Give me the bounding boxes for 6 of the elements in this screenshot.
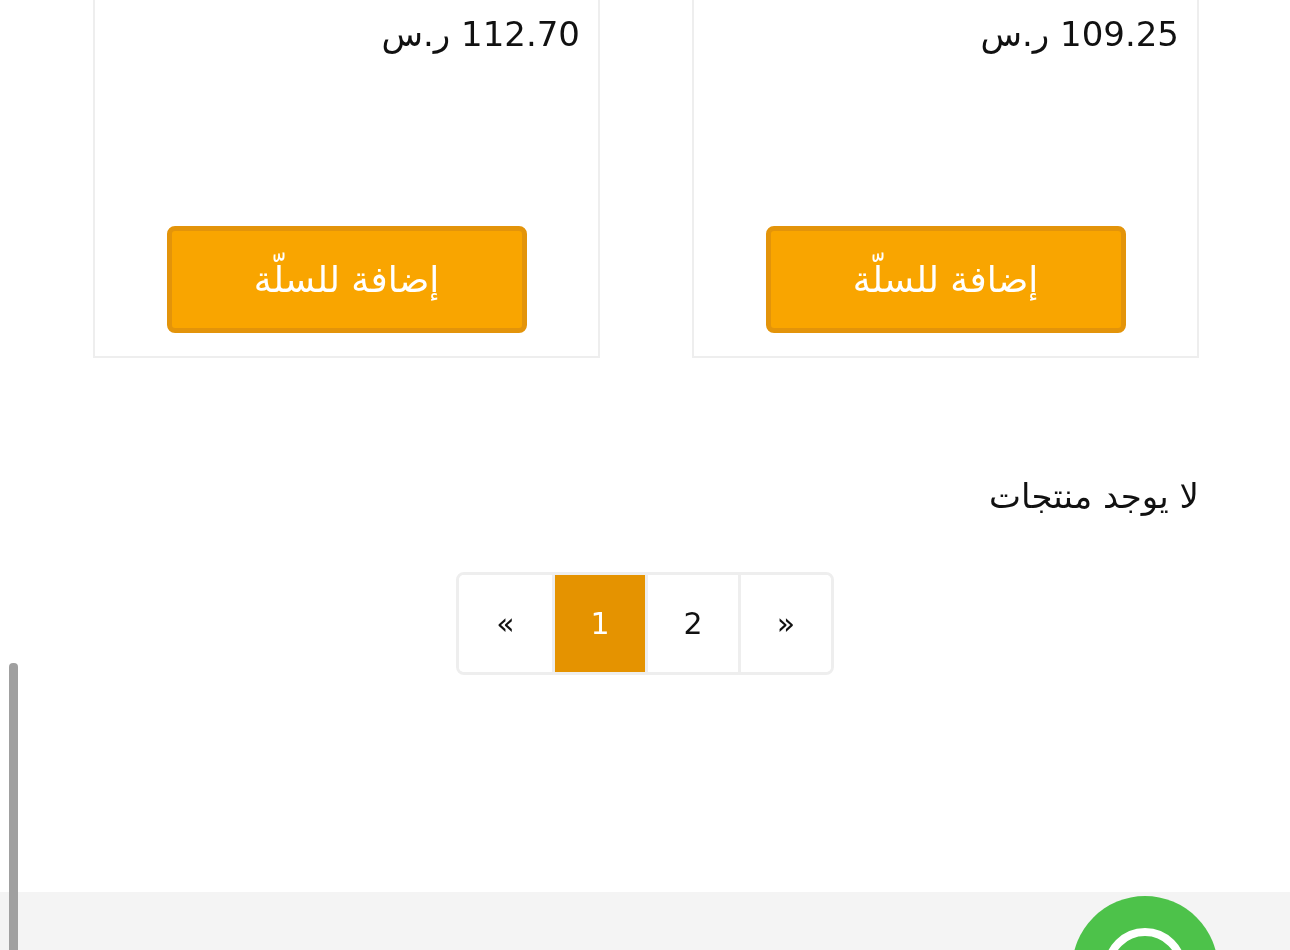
chat-bubble-icon[interactable] <box>1072 896 1218 950</box>
scrollbar[interactable] <box>9 663 18 950</box>
empty-message: لا يوجد منتجات <box>989 476 1199 516</box>
product-price: 112.70 ر.س <box>381 14 580 54</box>
product-price: 109.25 ر.س <box>980 14 1179 54</box>
page-link[interactable]: » <box>738 575 831 672</box>
